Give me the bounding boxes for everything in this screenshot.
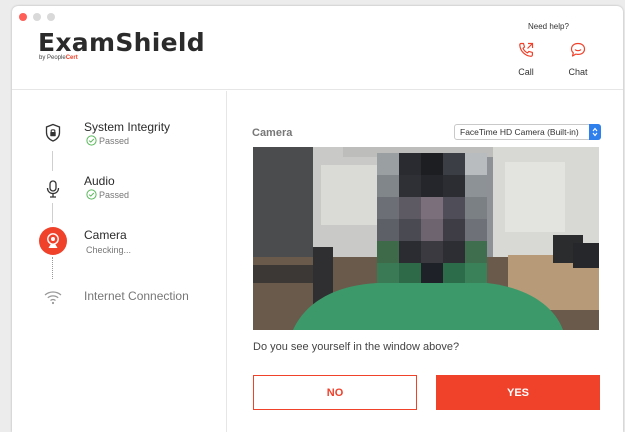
- camera-question: Do you see yourself in the window above?: [253, 341, 460, 353]
- step-camera: Camera Checking...: [12, 221, 227, 261]
- app-logo: ExamShield: [38, 28, 205, 57]
- step-status-text: Passed: [99, 135, 130, 146]
- no-button[interactable]: NO: [253, 375, 417, 410]
- webcam-icon: [39, 227, 67, 255]
- step-audio: Audio Passed: [12, 167, 227, 207]
- camera-label: Camera: [252, 127, 293, 139]
- call-label: Call: [518, 67, 534, 77]
- camera-check-panel: Camera FaceTime HD Camera (Built-in) Do …: [228, 91, 623, 432]
- pixelated-face: [377, 153, 487, 285]
- check-circle-icon: [86, 189, 97, 200]
- chat-bubble-icon: [570, 42, 586, 57]
- chat-button[interactable]: Chat: [558, 40, 598, 77]
- step-status: Passed: [86, 135, 129, 146]
- camera-preview-image: [253, 147, 599, 330]
- step-status-text: Passed: [99, 189, 130, 200]
- yes-button[interactable]: YES: [436, 375, 600, 410]
- examshield-window: ExamShield by PeopleCert Need help? Call…: [12, 6, 623, 432]
- logo-byline-prefix: by People: [39, 55, 66, 61]
- camera-device-value: FaceTime HD Camera (Built-in): [460, 127, 579, 137]
- camera-preview: [253, 147, 599, 330]
- step-status-text: Checking...: [86, 245, 132, 255]
- step-title: Audio: [84, 174, 115, 188]
- chat-label: Chat: [568, 67, 588, 77]
- call-button[interactable]: Call: [506, 40, 546, 77]
- step-title: Internet Connection: [84, 289, 189, 303]
- select-arrows-icon: [589, 124, 601, 140]
- need-help-text: Need help?: [528, 22, 569, 31]
- shield-lock-icon: [41, 121, 65, 145]
- step-status: Checking...: [86, 245, 131, 255]
- step-internet-connection: Internet Connection: [12, 281, 227, 321]
- microphone-icon: [41, 177, 65, 201]
- step-title: System Integrity: [84, 120, 171, 134]
- header: ExamShield by PeopleCert Need help? Call…: [12, 6, 623, 90]
- logo-byline-brand: Cert: [65, 55, 78, 61]
- camera-device-select[interactable]: FaceTime HD Camera (Built-in): [454, 124, 601, 140]
- check-steps-sidebar: System Integrity Passed Audio Passed Cam…: [12, 91, 227, 432]
- phone-icon: [519, 42, 534, 57]
- check-circle-icon: [86, 135, 97, 146]
- logo-byline: by PeopleCert: [39, 55, 78, 61]
- step-title: Camera: [84, 228, 127, 242]
- step-status: Passed: [86, 189, 129, 200]
- step-system-integrity: System Integrity Passed: [12, 113, 227, 153]
- wifi-icon: [41, 285, 65, 309]
